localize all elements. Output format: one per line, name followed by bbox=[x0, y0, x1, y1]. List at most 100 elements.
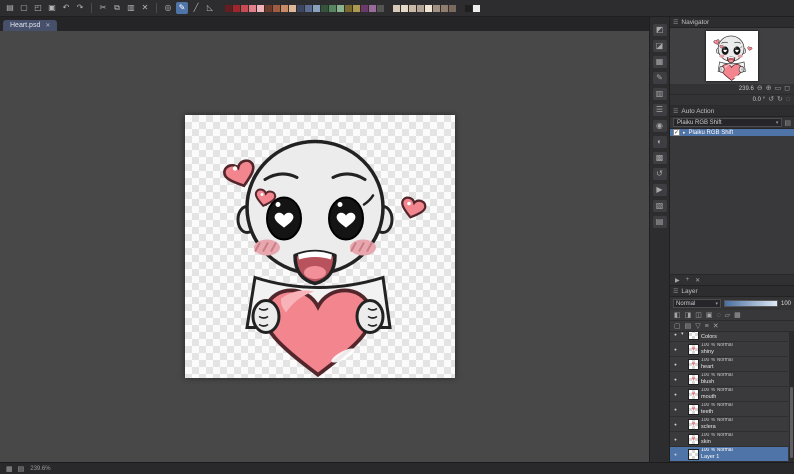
play-action-icon[interactable]: ▶ bbox=[675, 277, 680, 284]
color-swatch[interactable] bbox=[233, 5, 240, 12]
navigator-preview[interactable] bbox=[670, 28, 794, 84]
color-swatch[interactable] bbox=[265, 5, 272, 12]
color-swatch[interactable] bbox=[425, 5, 432, 12]
layer-visibility-icon[interactable]: ● bbox=[672, 377, 679, 382]
color-swatch[interactable] bbox=[473, 5, 480, 12]
layer-mask-icon[interactable]: ◌ bbox=[717, 312, 721, 319]
layer-row[interactable]: ● ▾ 100 % Normal Colors bbox=[670, 332, 788, 342]
action-checkbox[interactable]: ✓ bbox=[673, 129, 680, 136]
zoom-in-icon[interactable]: ⊕ bbox=[766, 84, 772, 94]
color-swatch[interactable] bbox=[433, 5, 440, 12]
expand-arrow-icon[interactable]: ▸ bbox=[683, 130, 686, 136]
color-swatch[interactable] bbox=[465, 5, 472, 12]
layer-thumbnail[interactable] bbox=[688, 449, 699, 460]
color-swatch[interactable] bbox=[281, 5, 288, 12]
color-swatch[interactable] bbox=[361, 5, 368, 12]
layer-row[interactable]: ● ♥ 100 % Normal skin bbox=[670, 432, 788, 447]
layer-row[interactable]: ● 100 % Normal Layer 1 bbox=[670, 447, 788, 462]
color-swatch[interactable] bbox=[321, 5, 328, 12]
brush-tool-icon[interactable]: ╱ bbox=[190, 2, 202, 14]
layer-visibility-icon[interactable]: ● bbox=[672, 332, 679, 337]
layer-thumbnail[interactable] bbox=[688, 332, 699, 340]
quick-access-panel-icon[interactable]: ▦ bbox=[653, 56, 667, 68]
layer-visibility-icon[interactable]: ● bbox=[672, 452, 679, 457]
color-swatch[interactable] bbox=[249, 5, 256, 12]
eraser-tool-icon[interactable]: ◺ bbox=[204, 2, 216, 14]
rotate-right-icon[interactable]: ↻ bbox=[777, 95, 783, 105]
tool-panel-icon[interactable]: ✎ bbox=[653, 72, 667, 84]
layer-visibility-icon[interactable]: ● bbox=[672, 422, 679, 427]
layer-row[interactable]: ● ♥ 100 % Normal heart bbox=[670, 357, 788, 372]
layer-row[interactable]: ● ♥ 100 % Normal sclera bbox=[670, 417, 788, 432]
scrollbar-thumb[interactable] bbox=[790, 387, 793, 459]
pen-tool-icon[interactable]: ✎ bbox=[176, 2, 188, 14]
layer-color-icon[interactable]: ▦ bbox=[734, 311, 741, 319]
layer-thumbnail[interactable]: ♥ bbox=[688, 344, 699, 355]
color-swatch[interactable] bbox=[289, 5, 296, 12]
color-swatch[interactable] bbox=[377, 5, 384, 12]
auto-action-item[interactable]: ✓ ▸ Plaiku RGB Shift bbox=[670, 129, 794, 136]
tab-close-icon[interactable]: ✕ bbox=[45, 22, 50, 29]
color-set-panel-icon[interactable]: ▩ bbox=[653, 152, 667, 164]
material-panel-icon[interactable]: ▧ bbox=[653, 200, 667, 212]
color-swatch[interactable] bbox=[409, 5, 416, 12]
layer-row[interactable]: ● ♥ 100 % Normal teeth bbox=[670, 402, 788, 417]
lock-alpha-icon[interactable]: ▣ bbox=[706, 311, 713, 319]
color-swatch[interactable] bbox=[353, 5, 360, 12]
blend-mode-dropdown[interactable]: Normal ▾ bbox=[673, 299, 721, 308]
paste-icon[interactable]: ▥ bbox=[125, 2, 137, 14]
layer-thumbnail[interactable]: ♥ bbox=[688, 419, 699, 430]
sub-view-panel-icon[interactable]: ◪ bbox=[653, 40, 667, 52]
delete-icon[interactable]: ✕ bbox=[139, 2, 151, 14]
undo-icon[interactable]: ↶ bbox=[60, 2, 72, 14]
new-folder-icon[interactable]: ▤ bbox=[685, 322, 692, 330]
layer-thumbnail[interactable]: ♥ bbox=[688, 374, 699, 385]
document-canvas[interactable] bbox=[185, 115, 455, 378]
layer-row[interactable]: ● ♥ 100 % Normal shiny bbox=[670, 342, 788, 357]
redo-icon[interactable]: ↷ bbox=[74, 2, 86, 14]
color-swatch[interactable] bbox=[441, 5, 448, 12]
layer-thumbnail[interactable]: ♥ bbox=[688, 359, 699, 370]
lock-layer-icon[interactable]: ◫ bbox=[695, 311, 702, 319]
ruler-toggle-icon[interactable]: ▤ bbox=[18, 465, 25, 473]
auto-action-panel-icon[interactable]: ▶ bbox=[653, 184, 667, 196]
rotate-left-icon[interactable]: ↺ bbox=[768, 95, 774, 105]
add-action-icon[interactable]: + bbox=[686, 277, 690, 283]
reset-view-icon[interactable]: ◌ bbox=[786, 95, 790, 105]
layer-visibility-icon[interactable]: ● bbox=[672, 407, 679, 412]
color-swatch[interactable] bbox=[329, 5, 336, 12]
layer-scrollbar[interactable] bbox=[789, 332, 794, 462]
document-tab[interactable]: Heart.psd ✕ bbox=[3, 20, 57, 31]
layer-row[interactable]: ● ♥ 100 % Normal mouth bbox=[670, 387, 788, 402]
color-swatch[interactable] bbox=[257, 5, 264, 12]
cut-icon[interactable]: ✂ bbox=[97, 2, 109, 14]
layer-panel-icon[interactable]: ▤ bbox=[653, 216, 667, 228]
copy-icon[interactable]: ⧉ bbox=[111, 2, 123, 14]
grid-toggle-icon[interactable]: ▦ bbox=[6, 465, 13, 473]
action-set-menu-icon[interactable]: ▤ bbox=[784, 119, 791, 127]
layer-visibility-icon[interactable]: ● bbox=[672, 362, 679, 367]
layer-thumbnail[interactable]: ♥ bbox=[688, 434, 699, 445]
ruler-icon[interactable]: ▱ bbox=[725, 311, 730, 319]
brush-size-panel-icon[interactable]: ◉ bbox=[653, 120, 667, 132]
panel-menu-icon[interactable]: ☰ bbox=[673, 288, 678, 295]
new-file-icon[interactable]: ▢ bbox=[18, 2, 30, 14]
navigator-panel-icon[interactable]: ◩ bbox=[653, 24, 667, 36]
tool-property-panel-icon[interactable]: ☰ bbox=[653, 104, 667, 116]
folder-arrow-icon[interactable]: ▾ bbox=[681, 332, 686, 337]
opacity-slider[interactable] bbox=[724, 300, 778, 307]
save-file-icon[interactable]: ▣ bbox=[46, 2, 58, 14]
color-swatch[interactable] bbox=[417, 5, 424, 12]
zoom-out-icon[interactable]: ⊖ bbox=[757, 84, 763, 94]
actual-size-icon[interactable]: ◻ bbox=[784, 84, 790, 94]
zoom-tool-icon[interactable]: ◎ bbox=[162, 2, 174, 14]
merge-down-icon[interactable]: ≡ bbox=[705, 323, 709, 330]
transfer-down-icon[interactable]: ▽ bbox=[695, 322, 700, 330]
delete-layer-icon[interactable]: ✕ bbox=[713, 322, 719, 330]
color-swatch[interactable] bbox=[313, 5, 320, 12]
layer-visibility-icon[interactable]: ● bbox=[672, 347, 679, 352]
color-swatch[interactable] bbox=[225, 5, 232, 12]
color-swatch[interactable] bbox=[337, 5, 344, 12]
color-swatch[interactable] bbox=[305, 5, 312, 12]
fit-to-screen-icon[interactable]: ▭ bbox=[775, 84, 782, 94]
